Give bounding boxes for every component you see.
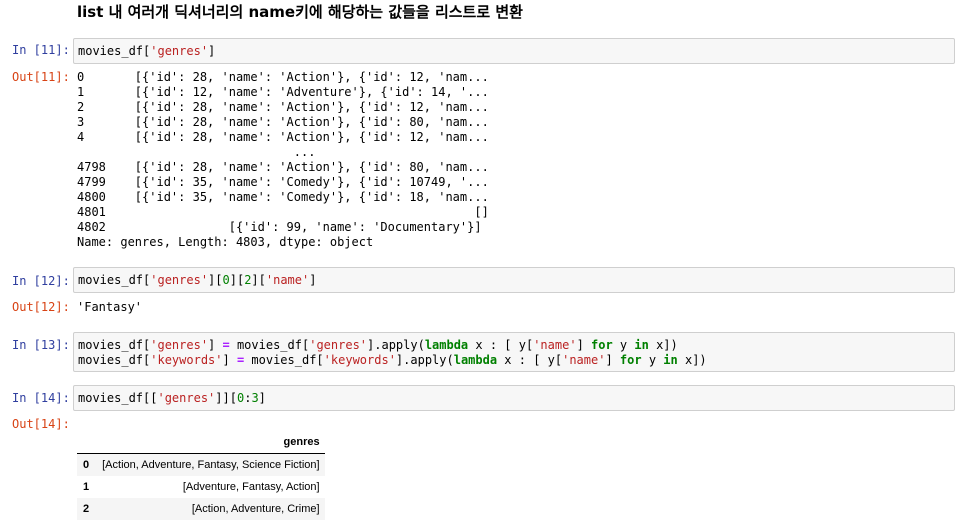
in-prompt-12: In [12]: [12, 274, 70, 288]
in-prompt-11: In [11]: [12, 43, 70, 57]
output-12: 'Fantasy' [77, 300, 143, 314]
code-cell-14[interactable]: movies_df[['genres']][0:3] [73, 385, 955, 411]
column-header: genres [97, 430, 325, 454]
index-header [77, 430, 98, 454]
code-line: movies_df[['genres']][0:3] [78, 391, 266, 405]
row-value: [Adventure, Fantasy, Action] [182, 481, 320, 493]
table-row: 1 [Adventure, Fantasy, Action] [77, 476, 325, 498]
code-line: movies_df['keywords'] = movies_df['keywo… [78, 353, 707, 367]
row-index: 1 [83, 481, 90, 493]
out-prompt-11: Out[11]: [12, 70, 70, 84]
code-cell-13[interactable]: movies_df['genres'] = movies_df['genres'… [73, 332, 955, 372]
in-prompt-14: In [14]: [12, 391, 70, 405]
markdown-heading: list 내 여러개 딕셔너리의 name키에 해당하는 값들을 리스트로 변환 [77, 3, 523, 21]
code-line: movies_df['genres'] = movies_df['genres'… [78, 338, 678, 352]
row-index: 0 [83, 459, 90, 471]
in-prompt-13: In [13]: [12, 338, 70, 352]
row-index: 2 [83, 503, 90, 515]
code-line: movies_df['genres'] [78, 44, 216, 58]
row-value: [Action, Adventure, Crime] [191, 503, 320, 515]
code-cell-11[interactable]: movies_df['genres'] [73, 38, 955, 64]
series-output: 0 [{'id': 28, 'name': 'Action'}, {'id': … [77, 70, 489, 249]
table-row: 2 [Action, Adventure, Crime] [77, 498, 325, 520]
code-cell-12[interactable]: movies_df['genres'][0][2]['name'] [73, 267, 955, 293]
table-header-row: genres [77, 430, 325, 454]
out-prompt-14: Out[14]: [12, 417, 70, 431]
code-line: movies_df['genres'][0][2]['name'] [78, 273, 317, 287]
table-row: 0 [Action, Adventure, Fantasy, Science F… [77, 453, 325, 476]
dataframe-table: genres 0 [Action, Adventure, Fantasy, Sc… [77, 430, 325, 520]
out-prompt-12: Out[12]: [12, 300, 70, 314]
row-value: [Action, Adventure, Fantasy, Science Fic… [102, 459, 320, 471]
